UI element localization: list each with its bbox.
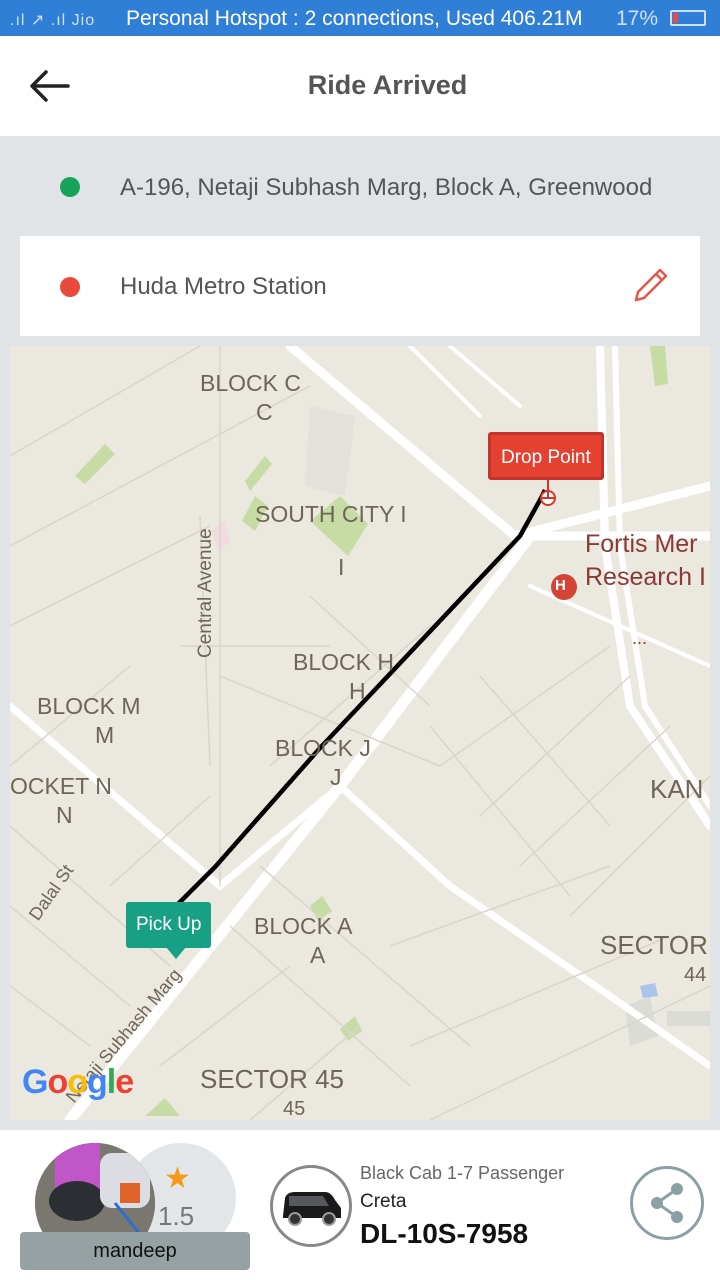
map-label-block-m-sub: M bbox=[95, 722, 115, 748]
drop-point-label: Drop Point bbox=[501, 447, 591, 468]
drop-address: Huda Metro Station bbox=[120, 273, 327, 300]
van-icon bbox=[283, 1192, 341, 1226]
map-label-fortis-more: ... bbox=[632, 628, 648, 648]
drop-point-pin-icon bbox=[547, 480, 549, 498]
driver-card: ★ 1.5 mandeep Black Cab 1-7 Passenger Cr… bbox=[0, 1130, 720, 1280]
map-label-fortis-research: Research I bbox=[585, 563, 706, 591]
car-image bbox=[270, 1165, 352, 1247]
share-icon bbox=[651, 1183, 683, 1223]
page-title: Ride Arrived bbox=[307, 70, 468, 100]
central-avenue-text: Central Avenue bbox=[195, 528, 216, 658]
car-type: Black Cab 1-7 Passenger bbox=[360, 1163, 565, 1183]
hotspot-status-text: Personal Hotspot : 2 connections, Used 4… bbox=[126, 7, 583, 30]
map-label-south-city-sub: I bbox=[338, 554, 345, 580]
hospital-icon: H bbox=[555, 577, 566, 594]
map-label-fortis: Fortis Mer bbox=[585, 530, 698, 558]
pickup-address: A-196, Netaji Subhash Marg, Block A, Gre… bbox=[120, 174, 653, 201]
signal-icons: .ıl ↗ .ıl Jio bbox=[10, 12, 96, 29]
license-plate: DL-10S-7958 bbox=[360, 1218, 529, 1249]
battery-percent: 17% bbox=[616, 7, 659, 30]
map-label-block-c: BLOCK C bbox=[200, 370, 301, 396]
pickup-location-row[interactable]: A-196, Netaji Subhash Marg, Block A, Gre… bbox=[0, 136, 720, 236]
drop-dot-icon bbox=[60, 277, 80, 297]
map-label-block-m: BLOCK M bbox=[37, 693, 141, 719]
map-label-sector-right-num: 44 bbox=[684, 964, 707, 986]
pickup-dot-icon bbox=[60, 177, 80, 197]
google-logo: Google bbox=[22, 1063, 134, 1101]
status-bar: .ıl ↗ .ıl Jio Personal Hotspot : 2 conne… bbox=[0, 0, 720, 36]
map-label-sector-right: SECTOR bbox=[600, 930, 708, 960]
map-label-block-a-sub: A bbox=[310, 942, 326, 968]
map-label-sector-45: SECTOR 45 bbox=[200, 1064, 345, 1094]
app-header: Ride Arrived bbox=[0, 36, 720, 136]
map-label-block-j-sub: J bbox=[330, 764, 342, 790]
pickup-marker-pointer-icon bbox=[166, 947, 186, 959]
map-label-block-h-sub: H bbox=[349, 678, 366, 704]
edit-pencil-icon[interactable] bbox=[630, 266, 670, 306]
map-roads bbox=[10, 346, 710, 1120]
drop-location-row[interactable]: Huda Metro Station bbox=[20, 236, 700, 336]
battery-icon bbox=[670, 10, 706, 26]
map-label-pocket-n: OCKET N bbox=[10, 773, 112, 799]
star-icon: ★ bbox=[164, 1162, 191, 1195]
route-map[interactable]: BLOCK C C SOUTH CITY I I Central Avenue … bbox=[10, 346, 710, 1120]
driver-rating: 1.5 bbox=[158, 1201, 195, 1231]
map-label-pocket-n-sub: N bbox=[56, 802, 73, 828]
map-label-block-h: BLOCK H bbox=[293, 649, 394, 675]
map-label-sector-45-num: 45 bbox=[283, 1098, 306, 1120]
map-label-south-city: SOUTH CITY I bbox=[255, 501, 407, 527]
driver-name-badge: mandeep bbox=[20, 1232, 250, 1270]
driver-name: mandeep bbox=[93, 1240, 177, 1262]
map-label-block-a: BLOCK A bbox=[254, 913, 353, 939]
map-label-kan: KAN bbox=[650, 774, 704, 804]
pickup-marker[interactable]: Pick Up bbox=[126, 902, 212, 948]
map-label-block-c-sub: C bbox=[256, 399, 273, 425]
pickup-marker-label: Pick Up bbox=[136, 914, 202, 935]
car-model: Creta bbox=[360, 1191, 407, 1212]
drop-point-marker[interactable]: Drop Point bbox=[488, 432, 604, 480]
map-label-block-j: BLOCK J bbox=[275, 735, 371, 761]
share-button[interactable] bbox=[630, 1166, 704, 1240]
